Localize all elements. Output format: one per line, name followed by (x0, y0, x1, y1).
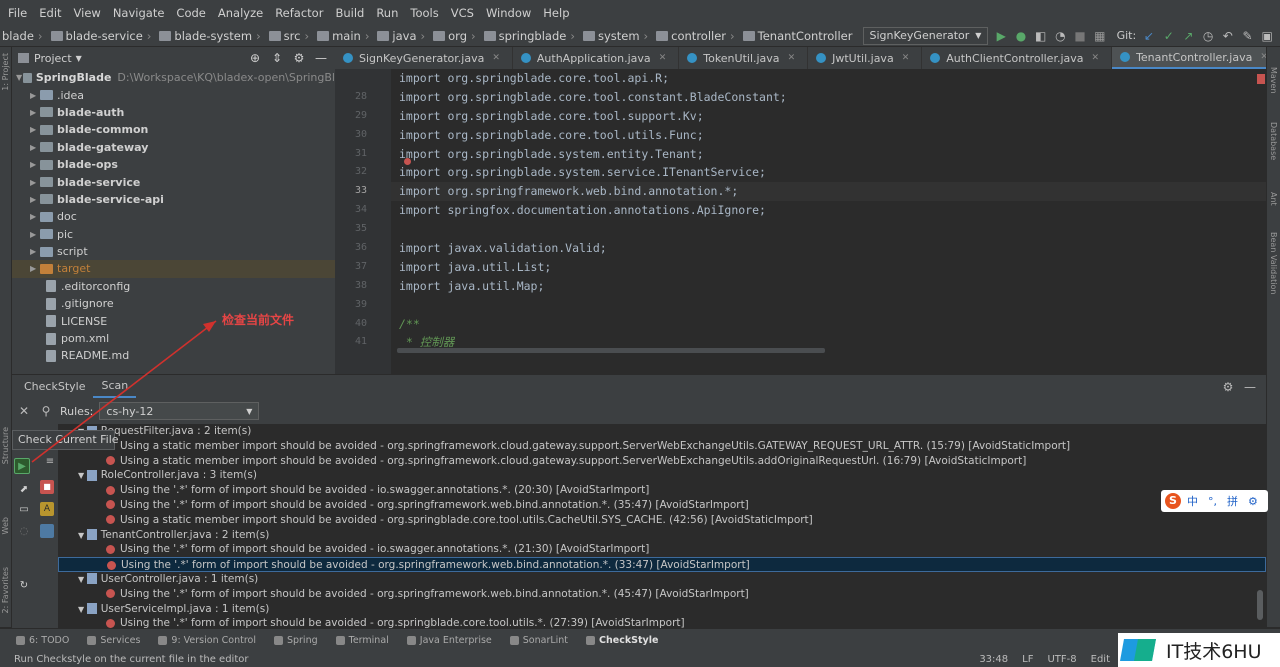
tool-window-9-version-control[interactable]: 9: Version Control (158, 635, 256, 646)
tool-window-label: CheckStyle (599, 635, 659, 646)
ime-logo-icon: S (1165, 493, 1181, 509)
tool-window-icon (158, 636, 168, 645)
caret-position[interactable]: 33:48 (979, 654, 1008, 665)
file-encoding[interactable]: UTF-8 (1047, 654, 1076, 665)
tool-window-terminal[interactable]: Terminal (335, 635, 389, 646)
tool-window-java-enterprise[interactable]: Java Enterprise (406, 635, 492, 646)
watermark-logo-icon (1120, 639, 1156, 661)
tool-window-icon (406, 636, 416, 645)
tool-window-label: Java Enterprise (419, 635, 492, 646)
status-message: Run Checkstyle on the current file in th… (14, 654, 249, 665)
tool-window-label: 6: TODO (29, 635, 70, 646)
annotation-arrow-line (31, 320, 217, 463)
tool-window-services[interactable]: Services (87, 635, 140, 646)
tool-window-spring[interactable]: Spring (273, 635, 318, 646)
tool-window-label: 9: Version Control (171, 635, 256, 646)
line-separator[interactable]: LF (1022, 654, 1033, 665)
ime-item[interactable]: °, (1208, 495, 1217, 508)
status-bar: Run Checkstyle on the current file in th… (0, 652, 1280, 667)
watermark-text: IT技术6HU (1166, 640, 1262, 663)
annotation-text: 检查当前文件 (222, 313, 295, 327)
tool-window-icon (16, 636, 25, 645)
ime-settings-icon[interactable]: ⚙ (1248, 495, 1258, 508)
tool-window-sonarlint[interactable]: SonarLint (509, 635, 569, 646)
tool-window-checkstyle[interactable]: CheckStyle (586, 635, 658, 646)
tool-window-label: Terminal (348, 635, 389, 646)
tool-window-icon (509, 636, 519, 645)
tool-window-label: Spring (286, 635, 318, 646)
watermark: IT技术6HU (1118, 633, 1280, 667)
tool-window-label: SonarLint (522, 635, 569, 646)
ime-item[interactable]: 中 (1187, 493, 1198, 509)
ime-toolbar[interactable]: S 中 °, 拼 ⚙ (1161, 490, 1268, 512)
annotation-layer (31, 320, 217, 463)
tool-window-icon (586, 636, 596, 645)
tool-window-icon (273, 636, 283, 645)
tool-window-6-todo[interactable]: 6: TODO (16, 635, 69, 646)
tool-window-icon (87, 636, 97, 645)
tool-window-bar: 6: TODO Services 9: Version Control Spring T… (0, 628, 1280, 652)
tool-window-icon (335, 636, 345, 645)
edit-indicator[interactable]: Edit (1091, 654, 1110, 665)
ime-item[interactable]: 拼 (1227, 493, 1238, 509)
tool-window-label: Services (100, 635, 141, 646)
